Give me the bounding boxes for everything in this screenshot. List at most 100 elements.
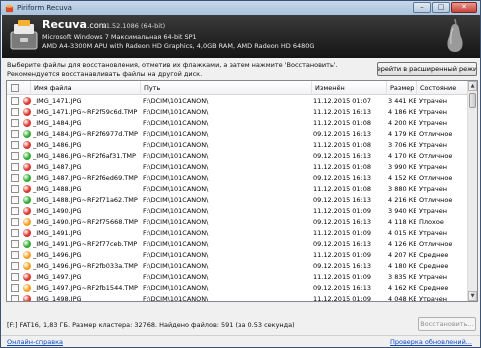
file-modified: 11.12.2015 01:09 (313, 273, 372, 281)
scroll-thumb[interactable] (469, 93, 476, 108)
check-updates-link[interactable]: Проверка обновлений... (390, 338, 472, 346)
state-indicator-icon (23, 97, 31, 105)
file-checkbox[interactable] (11, 229, 19, 237)
file-path: F:\DCIM\101CANON\ (143, 108, 209, 116)
column-header-state[interactable]: Состояние (417, 81, 469, 95)
file-row[interactable]: _IMG_1490.JPG~RF2f75668.TMP F:\DCIM\101CA… (7, 217, 469, 228)
file-state: Утрачен (419, 207, 447, 215)
file-modified: 09.12.2015 16:13 (313, 152, 372, 160)
file-state: Отличное (419, 152, 453, 160)
file-name: _IMG_1491.JPG (33, 229, 82, 237)
file-state: Утрачен (419, 119, 447, 127)
file-row[interactable]: _IMG_1471.JPG~RF2f59c6d.TMP F:\DCIM\101CA… (7, 107, 469, 118)
maximize-button[interactable]: □ (432, 2, 450, 13)
recuva-window: Piriform Recuva – □ ✕ Recuva.com v1.52.1… (0, 0, 481, 348)
file-row[interactable]: _IMG_1486.JPG F:\DCIM\101CANON\ 11.12.2015… (7, 140, 469, 151)
file-row[interactable]: _IMG_1496.JPG~RF2fb033a.TMP F:\DCIM\101CA… (7, 261, 469, 272)
instructions-line-2: Рекомендуется восстанавливать файлы на д… (7, 69, 203, 78)
file-row[interactable]: _IMG_1496.JPG F:\DCIM\101CANON\ 11.12.2015… (7, 250, 469, 261)
file-checkbox[interactable] (11, 97, 19, 105)
select-all-checkbox[interactable] (11, 84, 19, 92)
state-indicator-icon (23, 240, 31, 248)
file-row[interactable]: _IMG_1491.JPG F:\DCIM\101CANON\ 11.12.2015… (7, 228, 469, 239)
file-path: F:\DCIM\101CANON\ (143, 97, 209, 105)
file-row[interactable]: _IMG_1497.JPG~RF2fb1544.TMP F:\DCIM\101CA… (7, 283, 469, 294)
file-row[interactable]: _IMG_1487.JPG F:\DCIM\101CANON\ 11.12.2015… (7, 162, 469, 173)
file-modified: 09.12.2015 16:13 (313, 218, 372, 226)
online-help-link[interactable]: Онлайн-справка (7, 338, 63, 346)
file-modified: 11.12.2015 01:08 (313, 119, 372, 127)
file-modified: 09.12.2015 16:13 (313, 240, 372, 248)
file-state: Утрачен (419, 108, 447, 116)
close-button[interactable]: ✕ (451, 2, 477, 13)
column-header-modified[interactable]: Изменён (312, 81, 387, 95)
file-row[interactable]: _IMG_1487.JPG~RF2f6ed69.TMP F:\DCIM\101CA… (7, 173, 469, 184)
file-checkbox[interactable] (11, 273, 19, 281)
file-checkbox[interactable] (11, 207, 19, 215)
file-size: 4 200 КБ (388, 119, 416, 127)
file-name: _IMG_1471.JPG~RF2f59c6d.TMP (33, 108, 138, 116)
column-header-size[interactable]: Размер (387, 81, 417, 95)
file-path: F:\DCIM\101CANON\ (143, 284, 209, 292)
file-checkbox[interactable] (11, 295, 19, 301)
file-state: Утрачен (419, 97, 447, 105)
file-state: Утрачен (419, 185, 447, 193)
file-row[interactable]: _IMG_1491.JPG~RF2f77ceb.TMP F:\DCIM\101CA… (7, 239, 469, 250)
file-modified: 11.12.2015 01:09 (313, 229, 372, 237)
file-row[interactable]: _IMG_1498.JPG F:\DCIM\101CANON\ 11.12.2015… (7, 294, 469, 302)
file-checkbox[interactable] (11, 130, 19, 138)
column-header-path[interactable]: Путь (141, 81, 312, 95)
state-indicator-icon (23, 141, 31, 149)
file-state: Утрачен (419, 295, 447, 302)
file-name: _IMG_1484.JPG~RF2f6977d.TMP (33, 130, 138, 138)
state-indicator-icon (23, 295, 31, 301)
file-checkbox[interactable] (11, 218, 19, 226)
file-row[interactable]: _IMG_1471.JPG F:\DCIM\101CANON\ 11.12.2015… (7, 96, 469, 107)
file-row[interactable]: _IMG_1488.JPG F:\DCIM\101CANON\ 11.12.2015… (7, 184, 469, 195)
column-header-name[interactable]: Имя файла (31, 81, 141, 95)
file-row[interactable]: _IMG_1488.JPG~RF2f71a62.TMP F:\DCIM\101CA… (7, 195, 469, 206)
file-path: F:\DCIM\101CANON\ (143, 163, 209, 171)
file-checkbox[interactable] (11, 119, 19, 127)
file-state: Утрачен (419, 141, 447, 149)
file-name: _IMG_1471.JPG (33, 97, 82, 105)
file-checkbox[interactable] (11, 196, 19, 204)
file-row[interactable]: _IMG_1484.JPG F:\DCIM\101CANON\ 11.12.2015… (7, 118, 469, 129)
file-checkbox[interactable] (11, 141, 19, 149)
file-size: 4 180 КБ (388, 262, 416, 270)
file-state: Плохое (419, 218, 444, 226)
file-modified: 11.12.2015 01:09 (313, 207, 372, 215)
state-indicator-icon (23, 185, 31, 193)
file-size: 4 207 КБ (388, 251, 416, 259)
advanced-mode-button[interactable]: Перейти в расширенный режим (377, 62, 477, 76)
file-checkbox[interactable] (11, 152, 19, 160)
hardware-info: AMD A4-3300M APU with Radeon HD Graphics… (42, 42, 315, 50)
file-checkbox[interactable] (11, 174, 19, 182)
recover-button[interactable]: Восстановить... (418, 317, 476, 331)
file-checkbox[interactable] (11, 284, 19, 292)
status-column-header[interactable] (21, 81, 31, 95)
file-row[interactable]: _IMG_1497.JPG F:\DCIM\101CANON\ 11.12.2015… (7, 272, 469, 283)
file-row[interactable]: _IMG_1486.JPG~RF2f6af31.TMP F:\DCIM\101CA… (7, 151, 469, 162)
file-checkbox[interactable] (11, 108, 19, 116)
file-checkbox[interactable] (11, 262, 19, 270)
minimize-button[interactable]: – (413, 2, 431, 13)
file-row[interactable]: _IMG_1484.JPG~RF2f6977d.TMP F:\DCIM\101CA… (7, 129, 469, 140)
file-path: F:\DCIM\101CANON\ (143, 141, 209, 149)
file-name: _IMG_1490.JPG (33, 207, 82, 215)
scroll-up-icon[interactable]: ▲ (468, 81, 477, 91)
scroll-down-icon[interactable]: ▼ (468, 291, 477, 301)
file-size: 3 441 КБ (388, 97, 416, 105)
file-row[interactable]: _IMG_1490.JPG F:\DCIM\101CANON\ 11.12.2015… (7, 206, 469, 217)
file-name: _IMG_1491.JPG~RF2f77ceb.TMP (33, 240, 138, 248)
file-checkbox[interactable] (11, 185, 19, 193)
file-checkbox[interactable] (11, 163, 19, 171)
file-path: F:\DCIM\101CANON\ (143, 119, 209, 127)
title-bar[interactable]: Piriform Recuva – □ ✕ (1, 1, 480, 15)
file-size: 4 118 КБ (388, 218, 416, 226)
file-checkbox[interactable] (11, 240, 19, 248)
vertical-scrollbar[interactable]: ▲ ▼ (467, 81, 477, 301)
file-list[interactable]: Имя файла Путь Изменён Размер Состояние … (6, 80, 478, 302)
file-checkbox[interactable] (11, 251, 19, 259)
recuva-app-icon (5, 4, 14, 12)
